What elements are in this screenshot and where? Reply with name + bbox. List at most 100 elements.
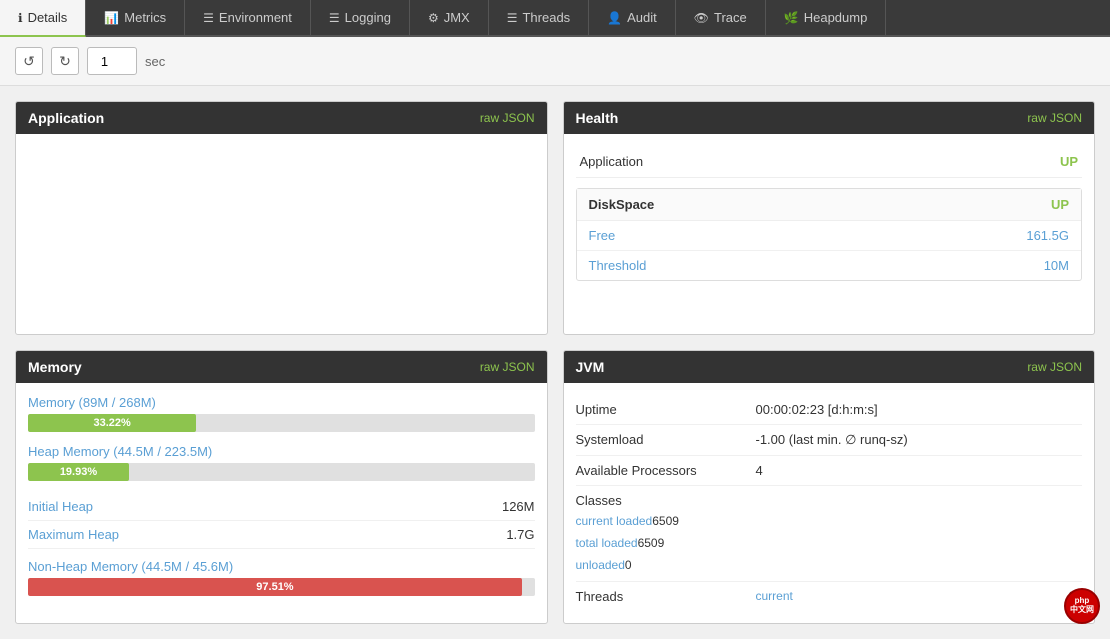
- memory-raw-json-link[interactable]: raw JSON: [480, 360, 535, 374]
- heap-memory-label: Heap Memory (44.5M / 223.5M): [28, 444, 535, 459]
- diskspace-threshold-val: 10M: [1044, 258, 1069, 273]
- info-icon: ℹ: [18, 11, 23, 25]
- tab-logging[interactable]: ☰ Logging: [311, 0, 410, 35]
- jvm-uptime-val: 00:00:02:23 [d:h:m:s]: [756, 402, 1083, 417]
- initial-heap-row: Initial Heap 126M: [28, 493, 535, 521]
- diskspace-free-val: 161.5G: [1026, 228, 1069, 243]
- application-card-body: [16, 134, 547, 334]
- tab-threads[interactable]: ☰ Threads: [489, 0, 589, 35]
- jvm-classes-total-label: total loaded: [576, 536, 638, 550]
- jvm-card-body: Uptime 00:00:02:23 [d:h:m:s] Systemload …: [564, 383, 1095, 623]
- heap-memory-progress-fill: 19.93%: [28, 463, 129, 481]
- health-app-status: UP: [1060, 154, 1078, 169]
- non-heap-memory-progress-bg: 97.51%: [28, 578, 535, 596]
- application-card: Application raw JSON: [15, 101, 548, 335]
- tab-environment-label: Environment: [219, 10, 292, 25]
- jvm-classes-current-label: current loaded: [576, 514, 653, 528]
- health-app-row: Application UP: [576, 146, 1083, 178]
- application-card-title: Application: [28, 110, 104, 126]
- tab-environment[interactable]: ☰ Environment: [185, 0, 311, 35]
- memory-total-label: Memory (89M / 268M): [28, 395, 535, 410]
- tab-metrics-label: Metrics: [124, 10, 166, 25]
- max-heap-val: 1.7G: [506, 527, 534, 542]
- health-card-header: Health raw JSON: [564, 102, 1095, 134]
- tab-trace-label: Trace: [714, 10, 747, 25]
- tab-heapdump[interactable]: 🌿 Heapdump: [766, 0, 887, 35]
- application-raw-json-link[interactable]: raw JSON: [480, 111, 535, 125]
- health-card-title: Health: [576, 110, 619, 126]
- application-card-header: Application raw JSON: [16, 102, 547, 134]
- tab-trace[interactable]: 👁 Trace: [676, 0, 766, 35]
- jvm-card-header: JVM raw JSON: [564, 351, 1095, 383]
- diskspace-header: DiskSpace UP: [577, 189, 1082, 221]
- jmx-icon: ⚙: [428, 11, 439, 25]
- jvm-classes-row: Classes current loaded 6509 total loaded…: [576, 486, 1083, 582]
- jvm-classes-key: Classes: [576, 493, 756, 508]
- memory-total-progress-bg: 33.22%: [28, 414, 535, 432]
- diskspace-threshold-key: Threshold: [589, 258, 647, 273]
- memory-total-percent-label: 33.22%: [93, 417, 130, 429]
- memory-card: Memory raw JSON Memory (89M / 268M) 33.2…: [15, 350, 548, 624]
- interval-input[interactable]: [87, 47, 137, 75]
- heap-memory-progress-bg: 19.93%: [28, 463, 535, 481]
- jvm-classes-current: current loaded 6509: [576, 512, 679, 530]
- metrics-icon: 📊: [104, 11, 119, 25]
- initial-heap-val: 126M: [502, 499, 535, 514]
- non-heap-memory-label: Non-Heap Memory (44.5M / 45.6M): [28, 559, 535, 574]
- auto-refresh-button[interactable]: ↻: [51, 47, 79, 75]
- diskspace-section: DiskSpace UP Free 161.5G Threshold 10M: [576, 188, 1083, 281]
- tab-audit-label: Audit: [627, 10, 657, 25]
- jvm-threads-key: Threads: [576, 589, 756, 604]
- tab-metrics[interactable]: 📊 Metrics: [86, 0, 185, 35]
- jvm-processors-key: Available Processors: [576, 463, 756, 478]
- heap-memory-item: Heap Memory (44.5M / 223.5M) 19.93%: [28, 444, 535, 481]
- tab-jmx-label: JMX: [444, 10, 470, 25]
- threads-icon: ☰: [507, 11, 518, 25]
- diskspace-free-row: Free 161.5G: [577, 221, 1082, 251]
- jvm-threads-row: Threads current 28: [576, 582, 1083, 611]
- nav-bar: ℹ Details 📊 Metrics ☰ Environment ☰ Logg…: [0, 0, 1110, 37]
- health-card-body: Application UP DiskSpace UP Free 161.5G …: [564, 134, 1095, 303]
- jvm-classes-current-val: 6509: [652, 514, 679, 528]
- tab-jmx[interactable]: ⚙ JMX: [410, 0, 489, 35]
- jvm-raw-json-link[interactable]: raw JSON: [1027, 360, 1082, 374]
- php-badge: php中文网: [1064, 588, 1100, 624]
- memory-card-header: Memory raw JSON: [16, 351, 547, 383]
- tab-details-label: Details: [28, 10, 68, 25]
- trace-icon: 👁: [694, 11, 709, 25]
- logging-icon: ☰: [329, 11, 340, 25]
- jvm-card-title: JVM: [576, 359, 605, 375]
- jvm-uptime-row: Uptime 00:00:02:23 [d:h:m:s]: [576, 395, 1083, 425]
- env-icon: ☰: [203, 11, 214, 25]
- php-badge-text: php中文网: [1070, 597, 1094, 615]
- jvm-classes-total: total loaded 6509: [576, 534, 665, 552]
- heapdump-icon: 🌿: [784, 11, 799, 25]
- jvm-threads-current-label: current: [756, 589, 793, 603]
- memory-card-title: Memory: [28, 359, 82, 375]
- sec-label: sec: [145, 54, 165, 69]
- non-heap-memory-item: Non-Heap Memory (44.5M / 45.6M) 97.51%: [28, 559, 535, 596]
- jvm-classes-unloaded: unloaded 0: [576, 556, 632, 574]
- main-content: Application raw JSON Health raw JSON App…: [0, 86, 1110, 639]
- tab-threads-label: Threads: [522, 10, 570, 25]
- initial-heap-key: Initial Heap: [28, 499, 93, 514]
- jvm-card: JVM raw JSON Uptime 00:00:02:23 [d:h:m:s…: [563, 350, 1096, 624]
- tab-logging-label: Logging: [345, 10, 391, 25]
- non-heap-memory-progress-fill: 97.51%: [28, 578, 522, 596]
- diskspace-free-key: Free: [589, 228, 616, 243]
- memory-card-body: Memory (89M / 268M) 33.22% Heap Memory (…: [16, 383, 547, 620]
- diskspace-card: DiskSpace UP Free 161.5G Threshold 10M: [576, 188, 1083, 281]
- memory-total-item: Memory (89M / 268M) 33.22%: [28, 395, 535, 432]
- tab-audit[interactable]: 👤 Audit: [589, 0, 676, 35]
- refresh-button[interactable]: ↺: [15, 47, 43, 75]
- jvm-classes-unloaded-val: 0: [625, 558, 632, 572]
- max-heap-row: Maximum Heap 1.7G: [28, 521, 535, 549]
- jvm-systemload-val: -1.00 (last min. ∅ runq-sz): [756, 432, 1083, 448]
- jvm-classes-total-val: 6509: [638, 536, 665, 550]
- non-heap-memory-percent-label: 97.51%: [256, 581, 293, 593]
- jvm-processors-val: 4: [756, 463, 1083, 478]
- health-card: Health raw JSON Application UP DiskSpace…: [563, 101, 1096, 335]
- health-raw-json-link[interactable]: raw JSON: [1027, 111, 1082, 125]
- max-heap-key: Maximum Heap: [28, 527, 119, 542]
- tab-details[interactable]: ℹ Details: [0, 0, 86, 37]
